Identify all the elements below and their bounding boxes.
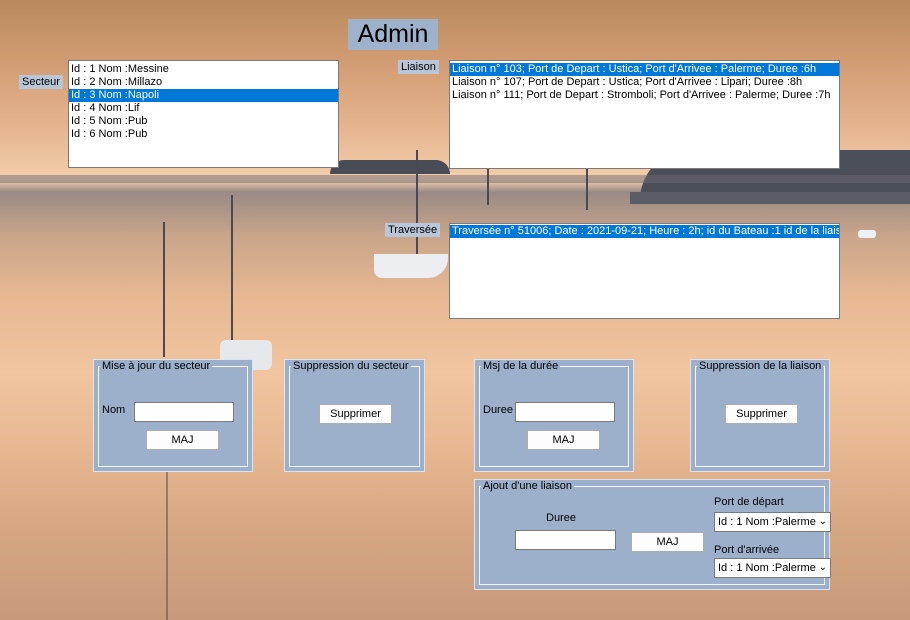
chevron-down-icon: ⌄ <box>818 562 827 573</box>
list-item[interactable]: Id : 1 Nom :Messine <box>69 63 338 76</box>
secteur-label: Secteur <box>19 75 63 89</box>
traversee-listbox[interactable]: Traversée n° 51006; Date : 2021-09-21; H… <box>449 223 840 319</box>
list-item[interactable]: Id : 5 Nom :Pub <box>69 115 338 128</box>
maj-duree-group: Msj de la durée Duree MAJ <box>474 359 634 472</box>
port-depart-select[interactable]: Id : 1 Nom :Palerme ⌄ <box>714 512 831 532</box>
nom-label: Nom <box>102 404 126 416</box>
port-arrivee-select[interactable]: Id : 1 Nom :Palerme ⌄ <box>714 558 831 578</box>
suppr-liaison-title: Suppression de la liaison <box>697 360 824 372</box>
duree-label: Duree <box>483 404 513 416</box>
chevron-down-icon: ⌄ <box>818 516 827 527</box>
duree-input[interactable] <box>515 402 615 422</box>
supprimer-liaison-button[interactable]: Supprimer <box>725 404 798 424</box>
port-depart-value: Id : 1 Nom :Palerme <box>718 516 816 528</box>
maj-duree-button[interactable]: MAJ <box>527 430 600 450</box>
list-item[interactable]: Liaison n° 111; Port de Depart : Strombo… <box>450 89 839 102</box>
list-item[interactable]: Liaison n° 107; Port de Depart : Ustica;… <box>450 76 839 89</box>
secteur-listbox[interactable]: Id : 1 Nom :Messine Id : 2 Nom :Millazo Id… <box>68 60 339 168</box>
ajout-liaison-title: Ajout d'une liaison <box>481 480 574 492</box>
suppr-liaison-group: Suppression de la liaison Supprimer <box>690 359 830 472</box>
list-item[interactable]: Traversée n° 51006; Date : 2021-09-21; H… <box>450 225 839 238</box>
maj-secteur-title: Mise à jour du secteur <box>100 360 213 372</box>
liaison-label: Liaison <box>398 60 439 74</box>
liaison-listbox[interactable]: Liaison n° 103; Port de Depart : Ustica;… <box>449 60 840 169</box>
list-item[interactable]: Id : 4 Nom :Lif <box>69 102 338 115</box>
secteur-list: Id : 1 Nom :Messine Id : 2 Nom :Millazo Id… <box>69 61 338 141</box>
liaison-list: Liaison n° 103; Port de Depart : Ustica;… <box>450 61 839 102</box>
ajout-duree-label: Duree <box>546 512 576 524</box>
nom-input[interactable] <box>134 402 234 422</box>
port-depart-label: Port de départ <box>714 496 784 508</box>
list-item[interactable]: Id : 6 Nom :Pub <box>69 128 338 141</box>
port-arrivee-label: Port d'arrivée <box>714 544 780 556</box>
supprimer-secteur-button[interactable]: Supprimer <box>319 404 392 424</box>
page-title: Admin <box>348 19 438 50</box>
traversee-list: Traversée n° 51006; Date : 2021-09-21; H… <box>450 224 839 238</box>
list-item[interactable]: Liaison n° 103; Port de Depart : Ustica;… <box>450 63 839 76</box>
maj-secteur-group: Mise à jour du secteur Nom MAJ <box>93 359 253 472</box>
maj-secteur-button[interactable]: MAJ <box>146 430 219 450</box>
list-item[interactable]: Id : 2 Nom :Millazo <box>69 76 338 89</box>
traversee-label: Traversée <box>385 223 441 237</box>
list-item[interactable]: Id : 3 Nom :Napoli <box>69 89 338 102</box>
suppr-secteur-title: Suppression du secteur <box>291 360 411 372</box>
ajout-duree-input[interactable] <box>515 530 616 550</box>
maj-duree-title: Msj de la durée <box>481 360 561 372</box>
suppr-secteur-group: Suppression du secteur Supprimer <box>284 359 425 472</box>
ajout-maj-button[interactable]: MAJ <box>631 532 704 552</box>
port-arrivee-value: Id : 1 Nom :Palerme <box>718 562 816 574</box>
ajout-liaison-group: Ajout d'une liaison Duree MAJ Port de dé… <box>474 479 831 590</box>
